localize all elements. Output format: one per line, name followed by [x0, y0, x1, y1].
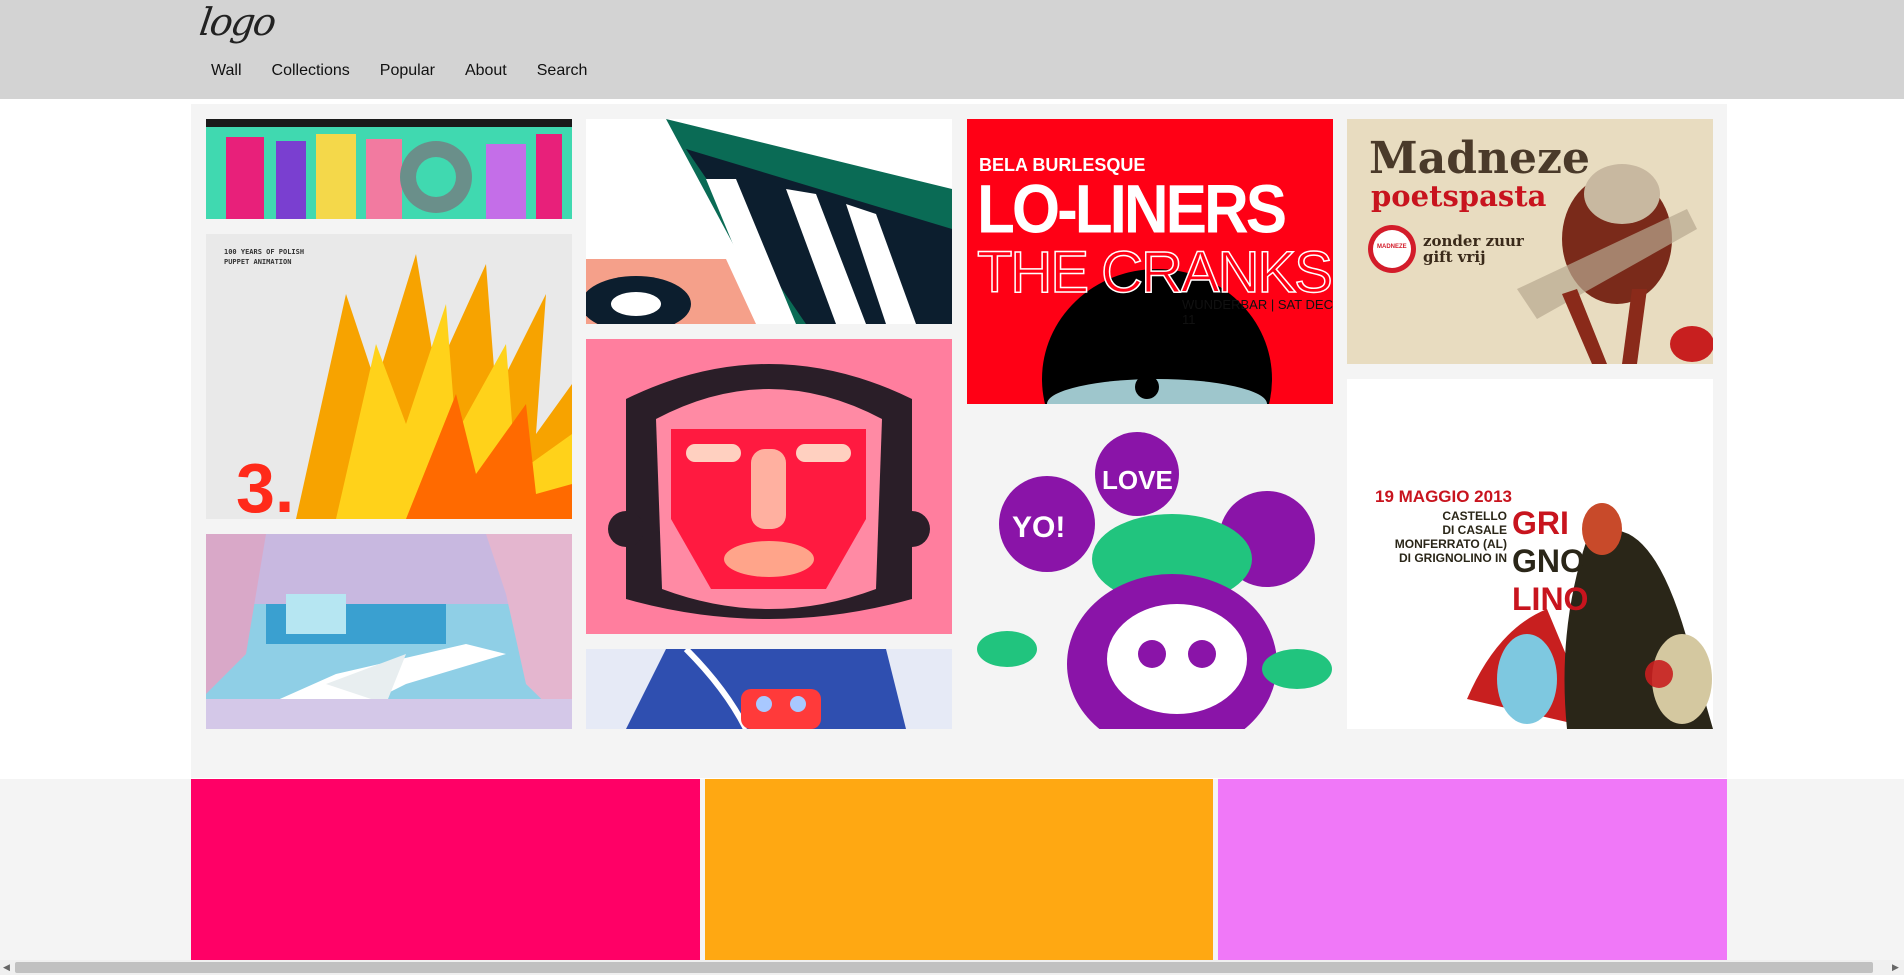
tile-puppet-poster[interactable]: 3. 100 YEARS OF POLISH PUPPET ANIMATION [206, 234, 572, 519]
love-word: LOVE [1102, 465, 1173, 495]
nav-popular[interactable]: Popular [380, 62, 435, 80]
tile-yo-love[interactable]: YO! LOVE [967, 419, 1333, 729]
nav-wall[interactable]: Wall [211, 62, 242, 80]
nav-about[interactable]: About [465, 62, 507, 80]
madneze-tag2: gift vrij [1423, 248, 1486, 266]
puppet-caption: 100 YEARS OF POLISH PUPPET ANIMATION [224, 247, 304, 267]
madneze-badge: MADNEZE [1377, 244, 1407, 250]
grignolino-w1: GRI [1512, 505, 1569, 541]
tile-lo-liners[interactable]: BELA BURLESQUE LO-LINERS THE CRANKS WUND… [967, 119, 1333, 404]
scroll-right-icon[interactable]: ▶ [1892, 962, 1899, 973]
madneze-subtitle: poetspasta [1371, 179, 1547, 213]
grignolino-loc2: DI CASALE [1442, 523, 1507, 537]
puppet-caption-line1: 100 YEARS OF POLISH [224, 248, 305, 256]
featured-block-orange[interactable] [705, 779, 1213, 960]
tile-colorful-letters[interactable] [206, 119, 572, 219]
tile-madneze[interactable]: Madneze poetspasta MADNEZE zonder zuur g… [1347, 119, 1713, 364]
tile-green-structure[interactable] [586, 119, 952, 324]
lo-liners-venue: WUNDERBAR | SAT DEC 11 [1182, 297, 1333, 327]
madneze-title: Madneze [1369, 133, 1590, 184]
madneze-tag1: zonder zuur [1423, 232, 1524, 250]
grignolino-loc4: DI GRIGNOLINO IN [1399, 551, 1507, 565]
grignolino-date: 19 MAGGIO 2013 [1375, 487, 1513, 506]
masonry-wall: 3. 100 YEARS OF POLISH PUPPET ANIMATION [191, 104, 1727, 778]
tile-red-face[interactable] [586, 339, 952, 634]
horizontal-scrollbar[interactable]: ◀ ▶ [0, 960, 1904, 975]
grignolino-w3: LINO [1512, 581, 1589, 617]
grignolino-loc1: CASTELLO [1442, 509, 1507, 523]
featured-block-pink[interactable] [191, 779, 700, 960]
lo-liners-subhead: THE CRANKS [976, 239, 1333, 306]
main-nav: Wall Collections Popular About Search [211, 62, 617, 80]
scroll-thumb[interactable] [15, 962, 1873, 973]
grignolino-w2: GNO [1512, 543, 1585, 579]
nav-search[interactable]: Search [537, 62, 588, 80]
puppet-caption-line2: PUPPET ANIMATION [224, 258, 292, 266]
tile-blue-halftone[interactable] [586, 649, 952, 729]
tile-grignolino[interactable]: 19 MAGGIO 2013 CASTELLO DI CASALE MONFER… [1347, 379, 1713, 729]
grignolino-word: GRI GNO LINO [1512, 504, 1588, 618]
grignolino-loc3: MONFERRATO (AL) [1394, 537, 1507, 551]
lo-liners-headline: LO-LINERS [977, 172, 1287, 248]
madneze-tags: zonder zuur gift vrij [1423, 233, 1524, 265]
scroll-left-icon[interactable]: ◀ [3, 962, 10, 973]
featured-block-violet[interactable] [1218, 779, 1727, 960]
top-header: logo Wall Collections Popular About Sear… [0, 0, 1904, 99]
tile-bird-landscape[interactable] [206, 534, 572, 729]
puppet-number: 3. [236, 449, 294, 519]
grignolino-location: CASTELLO DI CASALE MONFERRATO (AL) DI GR… [1387, 509, 1507, 565]
nav-collections[interactable]: Collections [272, 62, 350, 80]
yo-word: YO! [1012, 511, 1065, 544]
site-logo[interactable]: logo [197, 0, 277, 44]
